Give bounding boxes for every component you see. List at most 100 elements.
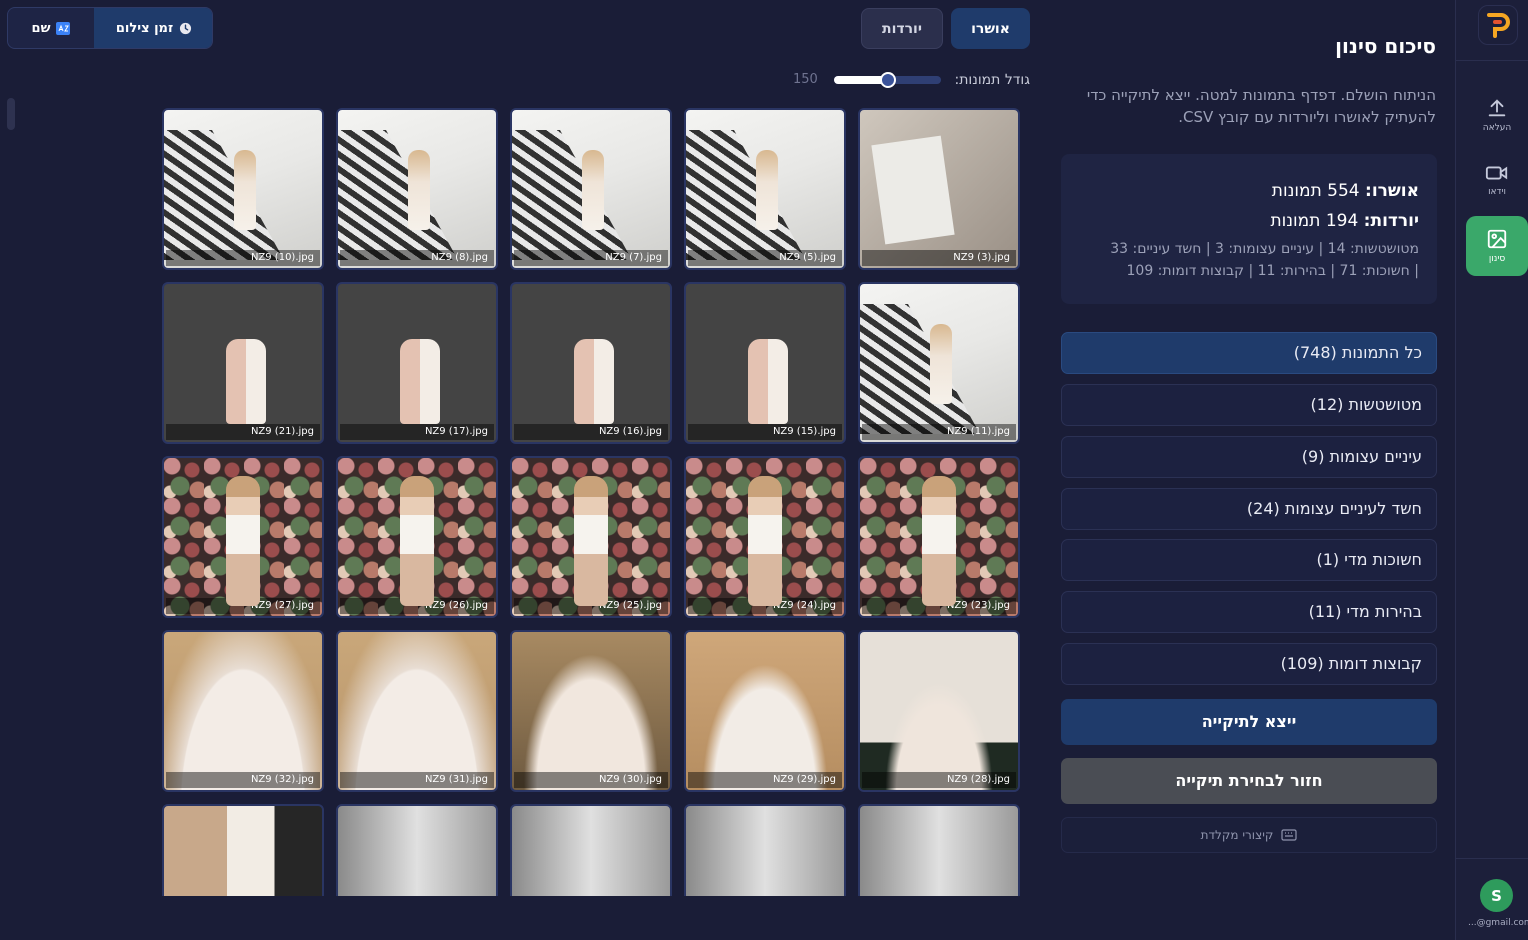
stats-card: אושרו: 554 תמונות יורדות: 194 תמונות מטו… [1061,154,1437,304]
photo-thumbnail[interactable] [510,804,672,896]
photo-thumbnail[interactable] [858,804,1020,896]
thumbnail-size-label: גודל תמונות: [954,72,1031,88]
logo-icon [1487,13,1510,38]
photo-thumbnail[interactable]: NZ9 (26).jpg [336,456,498,618]
photo-filename: NZ9 (8).jpg [340,250,494,266]
photo-filename: NZ9 (5).jpg [688,250,842,266]
photo-filename: NZ9 (17).jpg [340,424,494,440]
rejected-stat-value: 194 תמונות [1270,211,1359,231]
rail-item-filter[interactable]: סינון [1466,216,1528,276]
photo-filename: NZ9 (26).jpg [340,598,494,614]
photo-thumbnail[interactable]: NZ9 (32).jpg [162,630,324,792]
sort-by-name-button[interactable]: שם [8,8,94,48]
tab-downloads[interactable]: יורדות [861,8,943,49]
sort-name-label: שם [31,20,51,36]
photo-thumbnail[interactable]: NZ9 (10).jpg [162,108,324,270]
filter-suspected-closed-eyes-button[interactable]: חשד לעיניים עצומות (24) [1061,488,1437,530]
photo-thumbnail[interactable]: NZ9 (3).jpg [858,108,1020,270]
photo-thumbnail[interactable]: NZ9 (28).jpg [858,630,1020,792]
photo-filename: NZ9 (28).jpg [862,772,1016,788]
rejected-stat: יורדות: 194 תמונות [1079,206,1419,236]
photo-thumbnail[interactable]: NZ9 (27).jpg [162,456,324,618]
avatar[interactable]: S [1480,879,1513,912]
photo-filename: NZ9 (29).jpg [688,772,842,788]
photo-thumbnail[interactable]: NZ9 (11).jpg [858,282,1020,444]
photo-thumbnail[interactable]: NZ9 (31).jpg [336,630,498,792]
image-icon [1487,229,1507,249]
keyboard-shortcuts-button[interactable]: קיצורי מקלדת [1061,817,1437,853]
shortcuts-label: קיצורי מקלדת [1200,828,1274,842]
approved-stat-value: 554 תמונות [1271,181,1360,201]
rail-item-upload[interactable]: העלאה [1466,85,1528,145]
upload-icon [1488,99,1506,117]
photo-thumbnail[interactable]: NZ9 (15).jpg [684,282,846,444]
keyboard-icon [1281,829,1297,841]
photo-filename: NZ9 (23).jpg [862,598,1016,614]
breakdown-line-2: | חשוכות: 71 | בהירות: 11 | קבוצות דומות… [1126,263,1420,279]
icon-rail: העלאה וידאו סינון S ...@gmail.com [1455,0,1528,940]
photo-filename: NZ9 (21).jpg [166,424,320,440]
tab-approved[interactable]: אושרו [951,8,1030,49]
photo-filename: NZ9 (24).jpg [688,598,842,614]
photo-thumbnail[interactable]: NZ9 (17).jpg [336,282,498,444]
rail-divider [1456,60,1528,61]
filter-similar-groups-button[interactable]: קבוצות דומות (109) [1061,643,1437,685]
photo-thumbnail[interactable]: NZ9 (23).jpg [858,456,1020,618]
sort-alpha-icon [56,21,71,35]
rail-bottom-divider [1456,858,1528,859]
photo-thumbnail[interactable]: NZ9 (30).jpg [510,630,672,792]
back-button[interactable]: חזור לבחירת תיקייה [1061,758,1437,804]
photo-filename: NZ9 (15).jpg [688,424,842,440]
photo-filename: NZ9 (11).jpg [862,424,1016,440]
rail-item-label: וידאו [1488,187,1506,197]
slider-thumb[interactable] [879,72,896,88]
rail-item-label: העלאה [1482,123,1512,133]
photo-filename: NZ9 (16).jpg [514,424,668,440]
summary-panel: סיכום סינון הניתוח הושלם. דפדף בתמונות ל… [1055,0,1453,940]
breakdown-line-1: מטושטשות: 14 | עיניים עצומות: 3 | חשד עי… [1110,241,1419,257]
clock-icon [180,22,192,34]
video-icon [1485,166,1508,180]
photo-filename: NZ9 (10).jpg [166,250,320,266]
photo-filename: NZ9 (3).jpg [862,250,1016,266]
photo-filename: NZ9 (7).jpg [514,250,668,266]
approved-stat: אושרו: 554 תמונות [1079,176,1419,206]
photo-thumbnail[interactable]: NZ9 (21).jpg [162,282,324,444]
photo-filename: NZ9 (32).jpg [166,772,320,788]
thumbnail-size-value: 150 [793,72,818,87]
thumbnail-size-slider[interactable] [834,72,941,88]
photo-thumbnail[interactable]: NZ9 (16).jpg [510,282,672,444]
rail-item-video[interactable]: וידאו [1466,150,1528,210]
sort-by-time-button[interactable]: זמן צילום [94,8,212,48]
scrollbar-handle[interactable] [7,98,15,130]
photo-thumbnail[interactable]: NZ9 (5).jpg [684,108,846,270]
photo-thumbnail[interactable] [162,804,324,896]
panel-description: הניתוח הושלם. דפדף בתמונות למטה. ייצא לת… [1086,86,1436,126]
rejected-stat-label: יורדות: [1363,211,1419,231]
filter-blurry-button[interactable]: מטושטשות (12) [1061,384,1437,426]
filter-closed-eyes-button[interactable]: עיניים עצומות (9) [1061,436,1437,478]
approved-stat-label: אושרו: [1365,181,1419,201]
app-logo[interactable] [1478,5,1518,45]
filter-too-dark-button[interactable]: חשוכות מדי (1) [1061,539,1437,581]
photo-grid: NZ9 (3).jpg NZ9 (5).jpg NZ9 (7).jpg NZ9 (8)… [162,108,1020,896]
page-title: סיכום סינון [1335,34,1436,58]
sort-toggle: זמן צילום שם [7,7,213,49]
filter-all-button[interactable]: כל התמונות (748) [1061,332,1437,374]
sort-time-label: זמן צילום [115,20,174,36]
export-button[interactable]: ייצא לתיקייה [1061,699,1437,745]
photo-thumbnail[interactable]: NZ9 (25).jpg [510,456,672,618]
photo-filename: NZ9 (31).jpg [340,772,494,788]
breakdown-stats: מטושטשות: 14 | עיניים עצומות: 3 | חשד עי… [1079,238,1419,282]
photo-thumbnail[interactable]: NZ9 (7).jpg [510,108,672,270]
filter-too-bright-button[interactable]: בהירות מדי (11) [1061,591,1437,633]
rail-item-label: סינון [1488,254,1506,264]
photo-thumbnail[interactable]: NZ9 (29).jpg [684,630,846,792]
photo-thumbnail[interactable] [336,804,498,896]
photo-filename: NZ9 (25).jpg [514,598,668,614]
photo-thumbnail[interactable]: NZ9 (24).jpg [684,456,846,618]
photo-thumbnail[interactable] [684,804,846,896]
photo-filename: NZ9 (27).jpg [166,598,320,614]
photo-thumbnail[interactable]: NZ9 (8).jpg [336,108,498,270]
photo-filename: NZ9 (30).jpg [514,772,668,788]
